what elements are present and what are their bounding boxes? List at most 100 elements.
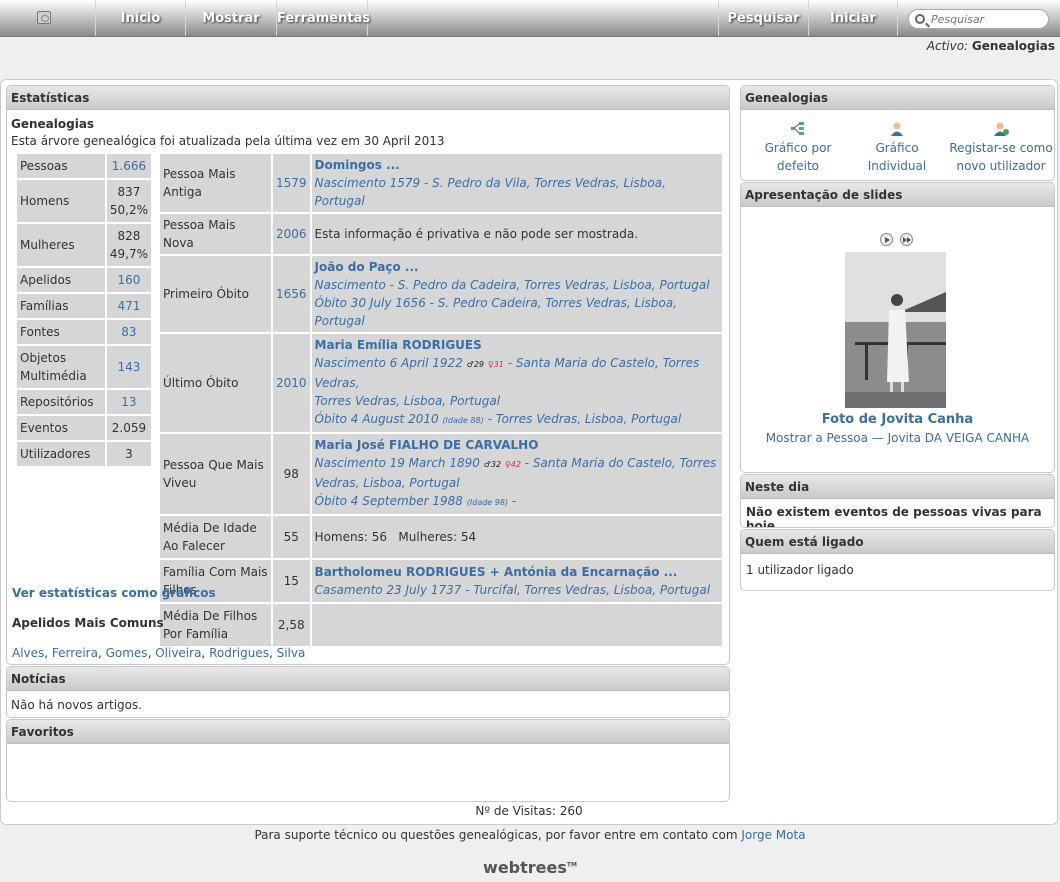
on-this-day-title: Neste dia [741, 475, 1054, 499]
record-value[interactable]: 2006 [273, 214, 310, 254]
next-icon[interactable] [900, 233, 913, 246]
news-text: Não há novos artigos. [11, 698, 143, 712]
statistics-title: Estatísticas [7, 86, 729, 110]
common-surnames-list: Alves, Ferreira, Gomes, Oliveira, Rodrig… [12, 646, 306, 660]
individual-chart-link[interactable]: Gráfico Individual [847, 122, 947, 175]
record-label: Pessoa Que Mais Viveu [160, 434, 271, 514]
count-label: Homens [17, 180, 105, 222]
event-link[interactable]: Nascimento 1579 - S. Pedro da Vila, Torr… [315, 174, 719, 210]
statistics-graphs-link[interactable]: Ver estatísticas como gráficos [12, 586, 216, 600]
event-link[interactable]: Óbito 30 July 1656 - S. Pedro Cadeira, T… [315, 294, 719, 330]
menu-mostrar[interactable]: Mostrar [185, 0, 276, 36]
last-update-text: Esta árvore genealógica foi atualizada p… [11, 134, 445, 148]
favorites-title: Favoritos [7, 720, 729, 744]
person-link[interactable]: Domingos ... [315, 156, 719, 174]
count-label: Fontes [17, 320, 105, 344]
users-online-title: Quem está ligado [741, 530, 1054, 554]
register-link[interactable]: Registar-se como novo utilizador [949, 122, 1053, 175]
record-label: Último Óbito [160, 334, 271, 432]
contact-link[interactable]: Jorge Mota [741, 828, 805, 842]
event-link[interactable]: Nascimento 19 March 1890 ♂32 ♀42 - Santa… [315, 454, 719, 474]
record-detail: Maria Emília RODRIGUES Nascimento 6 April… [311, 334, 722, 432]
count-label: Eventos [17, 416, 105, 440]
add-user-icon [994, 122, 1009, 136]
count-label: Mulheres [17, 224, 105, 266]
record-value: 55 [273, 516, 310, 558]
active-label: Activo: [926, 39, 969, 53]
event-link[interactable]: Óbito 4 September 1988 (Idade 98) - [315, 492, 719, 512]
show-person-link[interactable]: Mostrar a Pessoa — Jovita DA VEIGA CANHA [741, 431, 1054, 445]
record-label: Média De Idade Ao Falecer [160, 516, 271, 558]
default-chart-link[interactable]: Gráfico por defeito [751, 122, 845, 175]
common-surnames-title: Apelidos Mais Comuns [12, 616, 164, 630]
menu-inicio[interactable]: Início [95, 0, 185, 36]
event-link[interactable]: Nascimento - S. Pedro da Cadeira, Torres… [315, 276, 719, 294]
search-icon[interactable] [915, 14, 925, 24]
search-input[interactable] [931, 12, 1043, 27]
home-icon[interactable] [37, 11, 51, 24]
event-link[interactable]: Óbito 4 August 2010 (Idade 88) - Torres … [315, 410, 719, 430]
record-value[interactable]: 1656 [273, 256, 310, 332]
visit-counter: Nº de Visitas: 260 [1, 804, 1057, 818]
event-link[interactable]: Vedras, Lisboa, Portugal [315, 474, 719, 492]
record-value[interactable]: 1579 [273, 154, 310, 212]
search-box [908, 9, 1049, 29]
users-online-text: 1 utilizador ligado [746, 563, 854, 577]
surname-link[interactable]: Gomes [106, 646, 148, 660]
surname-link[interactable]: Oliveira [155, 646, 201, 660]
count-value[interactable]: 83 [106, 320, 151, 344]
slideshow-title: Apresentação de slides [741, 183, 1054, 207]
person-link[interactable]: Maria José FIALHO DE CARVALHO [315, 436, 719, 454]
count-value[interactable]: 143 [106, 346, 151, 388]
play-icon[interactable] [880, 233, 893, 246]
record-detail: Maria José FIALHO DE CARVALHO Nascimento … [311, 434, 722, 514]
male-icon: ♂29 [466, 360, 485, 369]
footer-text: Para suporte técnico ou questões genealó… [254, 828, 738, 842]
record-label: Pessoa Mais Antiga [160, 154, 271, 212]
family-link[interactable]: Bartholomeu RODRIGUES + Antónia da Encar… [315, 563, 719, 581]
chart-icon [791, 122, 804, 135]
female-icon: ♀42 [504, 460, 521, 469]
event-link[interactable]: Torres Vedras, Lisboa, Portugal [315, 392, 719, 410]
count-value-pct: 837 50,2% [106, 180, 151, 222]
surname-link[interactable]: Ferreira [52, 646, 98, 660]
menu-pesquisar[interactable]: Pesquisar [718, 0, 808, 36]
count-value[interactable]: 471 [106, 294, 151, 318]
event-link[interactable]: Casamento 23 July 1737 - Turcifal, Torre… [315, 581, 719, 599]
visit-label: Nº de Visitas: [475, 804, 556, 818]
event-link[interactable]: Nascimento 6 April 1922 ♂29 ♀31 - Santa … [315, 354, 719, 392]
count-label: Famílias [17, 294, 105, 318]
count-label: Objetos Multimédia [17, 346, 105, 388]
record-value[interactable]: 2010 [273, 334, 310, 432]
record-label: Média De Filhos Por Família [160, 604, 271, 646]
female-icon: ♀31 [487, 360, 504, 369]
on-this-day-text: Não existem eventos de pessoas vivas par… [746, 505, 1042, 528]
footer-contact: Para suporte técnico ou questões genealó… [0, 828, 1060, 842]
male-icon: ♂32 [483, 460, 502, 469]
record-value: 98 [273, 434, 310, 514]
menu-ferramentas[interactable]: Ferramentas [276, 0, 370, 36]
count-value: 3 [106, 442, 151, 466]
person-link[interactable]: Maria Emília RODRIGUES [315, 336, 719, 354]
slideshow-block: Apresentação de slides Foto de Jovita Ca… [740, 182, 1055, 473]
users-online-block: Quem está ligado 1 utilizador ligado [740, 529, 1055, 591]
count-value[interactable]: 13 [106, 390, 151, 414]
person-link[interactable]: João do Paço ... [315, 258, 719, 276]
count-value[interactable]: 1.666 [106, 154, 151, 178]
genealogias-title: Genealogias [741, 86, 1054, 110]
slide-photo[interactable] [845, 252, 946, 408]
slide-caption[interactable]: Foto de Jovita Canha [741, 412, 1054, 427]
surname-link[interactable]: Alves [12, 646, 44, 660]
count-label: Apelidos [17, 268, 105, 292]
surname-link[interactable]: Rodrigues [209, 646, 269, 660]
webtrees-logo[interactable]: webtreesTM [0, 858, 1060, 877]
person-icon [891, 122, 903, 136]
statistics-block: Estatísticas Genealogias Esta árvore gen… [6, 85, 730, 665]
count-value[interactable]: 160 [106, 268, 151, 292]
top-navigation-bar: Início Mostrar Ferramentas Pesquisar Ini… [0, 0, 1060, 37]
statistics-subtitle: Genealogias [11, 117, 95, 131]
record-detail [311, 604, 722, 646]
menu-iniciar[interactable]: Iniciar [808, 0, 898, 36]
record-detail: Esta informação é privativa e não pode s… [311, 214, 722, 254]
surname-link[interactable]: Silva [277, 646, 306, 660]
